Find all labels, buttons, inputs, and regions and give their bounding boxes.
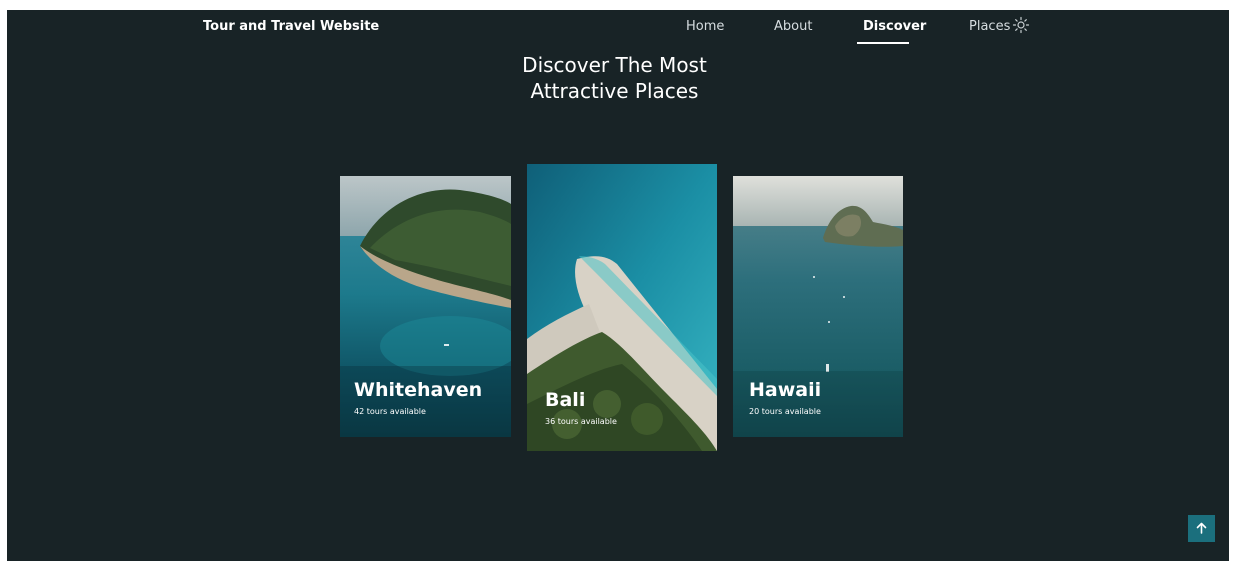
section-title-line1: Discover The Most: [522, 53, 707, 77]
place-card-bali[interactable]: Bali 36 tours available: [527, 164, 717, 451]
nav-places[interactable]: Places: [969, 19, 1010, 34]
active-nav-indicator: [857, 42, 909, 44]
arrow-up-icon: [1196, 522, 1207, 534]
nav-about[interactable]: About: [774, 19, 812, 34]
card-tours-count: 36 tours available: [545, 417, 617, 426]
place-card-whitehaven[interactable]: Whitehaven 42 tours available: [340, 176, 511, 437]
card-name: Bali: [545, 389, 586, 411]
nav-home[interactable]: Home: [686, 19, 724, 34]
section-title-line2: Attractive Places: [530, 79, 699, 103]
scroll-up-button[interactable]: [1188, 515, 1215, 542]
place-card-hawaii[interactable]: Hawaii 20 tours available: [733, 176, 903, 437]
card-tours-count: 20 tours available: [749, 407, 821, 416]
sun-icon[interactable]: [1011, 15, 1031, 35]
section-title: Discover The Most Attractive Places: [500, 52, 729, 104]
card-tours-count: 42 tours available: [354, 407, 426, 416]
nav-discover[interactable]: Discover: [863, 19, 926, 34]
card-name: Hawaii: [749, 379, 822, 401]
card-name: Whitehaven: [354, 379, 483, 401]
brand-logo[interactable]: Tour and Travel Website: [203, 19, 379, 34]
